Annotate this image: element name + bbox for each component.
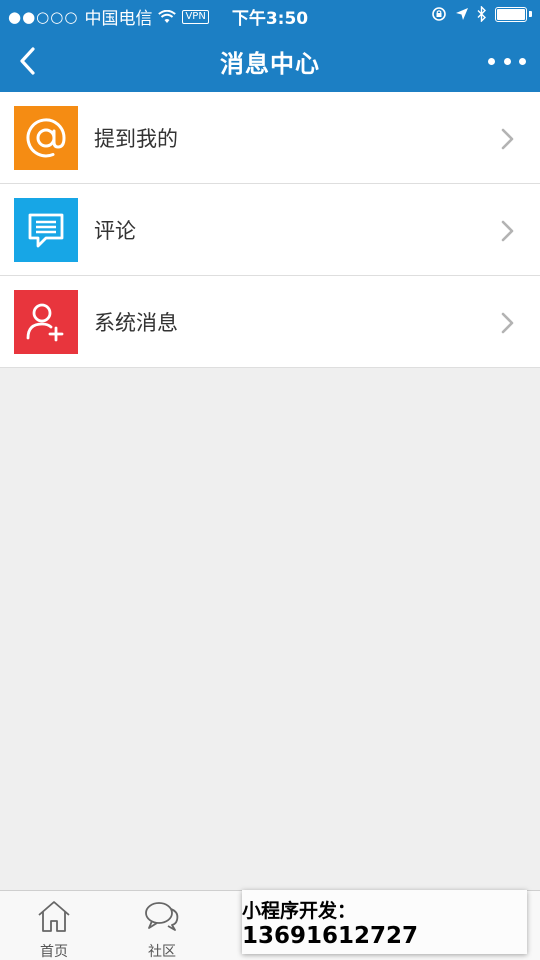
battery-tip xyxy=(529,11,532,17)
nav-bar: 消息中心 xyxy=(0,30,540,92)
tab-home[interactable]: 首页 xyxy=(0,891,108,960)
at-icon xyxy=(14,105,78,170)
list-item-comments[interactable]: 评论 xyxy=(0,184,540,276)
list-item-label: 系统消息 xyxy=(94,310,178,335)
chevron-right-icon xyxy=(501,312,514,334)
message-list: 提到我的 评论 系统消息 xyxy=(0,92,540,368)
promo-text: 小程序开发：13691612727 xyxy=(242,896,527,949)
list-item-label: 提到我的 xyxy=(94,126,178,151)
community-icon xyxy=(145,902,179,931)
more-button[interactable] xyxy=(488,48,526,74)
tab-community[interactable]: 社区 xyxy=(108,891,216,960)
home-icon xyxy=(38,901,70,932)
add-user-icon xyxy=(14,289,78,354)
list-item-mentions[interactable]: 提到我的 xyxy=(0,92,540,184)
list-item-system-messages[interactable]: 系统消息 xyxy=(0,276,540,368)
comment-icon xyxy=(14,197,78,262)
more-dot xyxy=(503,57,511,65)
tab-label: 社区 xyxy=(148,944,176,960)
chevron-right-icon xyxy=(501,128,514,150)
battery-icon xyxy=(495,6,527,22)
status-right xyxy=(431,6,532,22)
promo-banner: 小程序开发：13691612727 xyxy=(242,890,527,954)
location-arrow-icon xyxy=(456,8,468,20)
rotation-lock-icon xyxy=(432,7,446,21)
promo-phone: 13691612727 xyxy=(242,922,419,949)
tab-label: 首页 xyxy=(40,944,68,960)
chevron-right-icon xyxy=(501,220,514,242)
more-dot xyxy=(519,57,526,65)
list-item-label: 评论 xyxy=(94,218,136,243)
promo-prefix: 小程序开发： xyxy=(242,899,357,922)
more-dot xyxy=(488,57,495,65)
page-title: 消息中心 xyxy=(220,50,320,78)
status-bar: ●●○○○ 中国电信 VPN 下午3:50 xyxy=(0,0,540,30)
bluetooth-icon xyxy=(477,6,486,22)
